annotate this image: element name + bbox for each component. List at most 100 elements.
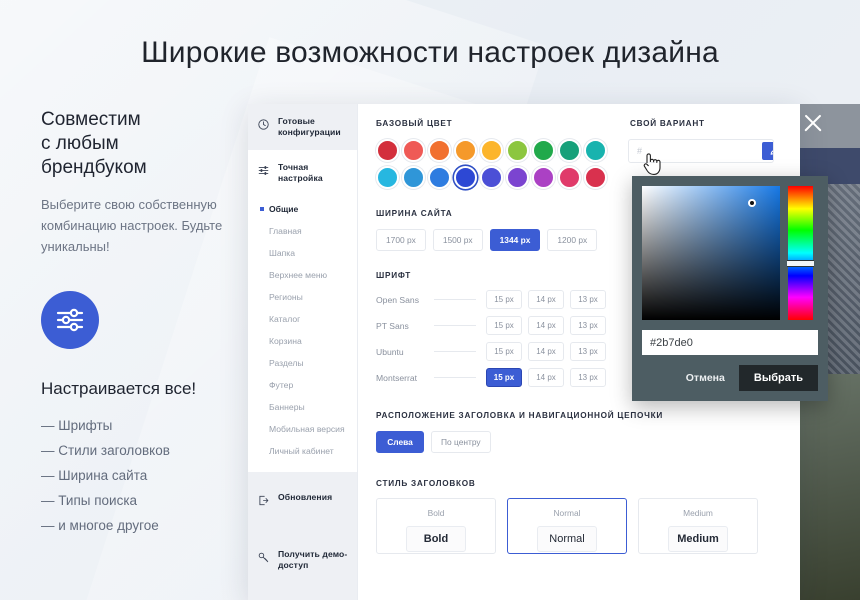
clock-icon	[258, 116, 271, 135]
sidebar-item-katalog[interactable]: Каталог	[248, 308, 358, 330]
color-swatch[interactable]	[428, 166, 451, 189]
color-swatch[interactable]	[376, 139, 399, 162]
color-picker-top	[642, 186, 818, 320]
color-swatch[interactable]	[506, 139, 529, 162]
sidebar-item-shapka[interactable]: Шапка	[248, 242, 358, 264]
font-size-13[interactable]: 13 px	[570, 316, 606, 335]
sidebar-item-obshie[interactable]: Общие	[248, 198, 358, 220]
sidebar-item-bannery[interactable]: Баннеры	[248, 396, 358, 418]
left-info-column: Совместим с любым брендбуком Выберите св…	[41, 108, 246, 538]
heading-style-options: Bold Bold Normal Normal Medium Medium	[376, 498, 782, 554]
color-swatch[interactable]	[402, 139, 425, 162]
sidebar-item-regiony[interactable]: Регионы	[248, 286, 358, 308]
heading-style-sample: Normal	[537, 526, 597, 552]
left-heading-line-3: брендбуком	[41, 156, 246, 180]
color-swatch[interactable]	[454, 139, 477, 162]
font-divider	[434, 351, 476, 352]
color-picker-popup: Отмена Выбрать	[632, 176, 828, 401]
saturation-value-area[interactable]	[642, 186, 780, 320]
heading-style-normal[interactable]: Normal Normal	[507, 498, 627, 554]
hue-slider-knob[interactable]	[787, 260, 814, 267]
eyedropper-icon[interactable]	[762, 142, 774, 160]
color-swatch[interactable]	[558, 166, 581, 189]
color-swatch[interactable]	[480, 166, 503, 189]
color-swatch-selected[interactable]	[454, 166, 477, 189]
font-size-15[interactable]: 15 px	[486, 316, 522, 335]
sidebar-item-verhnee-menu[interactable]: Верхнее меню	[248, 264, 358, 286]
color-swatch[interactable]	[584, 139, 607, 162]
heading-position-options: Слева По центру	[376, 431, 782, 453]
nav-updates-label: Обновления	[278, 492, 332, 503]
sidebar-item-razdely[interactable]: Разделы	[248, 352, 358, 374]
color-swatch[interactable]	[584, 166, 607, 189]
color-swatch[interactable]	[376, 166, 399, 189]
confirm-button[interactable]: Выбрать	[739, 365, 818, 391]
heading-style-medium[interactable]: Medium Medium	[638, 498, 758, 554]
heading-style-sample: Medium	[668, 526, 728, 552]
font-name: Open Sans	[376, 295, 434, 305]
color-picker-actions: Отмена Выбрать	[642, 365, 818, 391]
site-width-option-1200[interactable]: 1200 px	[547, 229, 597, 251]
sidebar-item-korzina[interactable]: Корзина	[248, 330, 358, 352]
font-name: Ubuntu	[376, 347, 434, 357]
font-size-14[interactable]: 14 px	[528, 316, 564, 335]
settings-nav: Готовые конфигурации Точная настройка Об…	[248, 104, 358, 600]
site-width-option-1344[interactable]: 1344 px	[490, 229, 541, 251]
font-name: PT Sans	[376, 321, 434, 331]
color-swatch[interactable]	[428, 139, 451, 162]
font-size-13[interactable]: 13 px	[570, 342, 606, 361]
nav-ready-configs[interactable]: Готовые конфигурации	[248, 104, 358, 150]
font-divider	[434, 377, 476, 378]
font-size-14[interactable]: 14 px	[528, 342, 564, 361]
font-size-14[interactable]: 14 px	[528, 368, 564, 387]
sidebar-item-mobilnaya-versiya[interactable]: Мобильная версия	[248, 418, 358, 440]
cancel-button[interactable]: Отмена	[682, 367, 729, 389]
nav-ready-configs-label: Готовые конфигурации	[278, 116, 341, 138]
font-size-15-selected[interactable]: 15 px	[486, 368, 522, 387]
font-size-13[interactable]: 13 px	[570, 290, 606, 309]
nav-footer: Обновления Получить демо-доступ	[248, 472, 358, 600]
font-size-options: 15 px 14 px 13 px	[486, 316, 606, 335]
saturation-value-knob[interactable]	[748, 199, 756, 207]
nav-fine-tune[interactable]: Точная настройка	[248, 150, 358, 196]
hex-input[interactable]	[642, 330, 818, 355]
sidebar-item-lichnyi-kabinet[interactable]: Личный кабинет	[248, 440, 358, 462]
color-swatch[interactable]	[558, 139, 581, 162]
swatch-row-1	[376, 139, 608, 162]
heading-style-label: Medium	[639, 508, 757, 518]
nav-demo-access-label: Получить демо-доступ	[278, 549, 348, 571]
site-width-option-1500[interactable]: 1500 px	[433, 229, 483, 251]
site-width-option-1700[interactable]: 1700 px	[376, 229, 426, 251]
heading-style-bold[interactable]: Bold Bold	[376, 498, 496, 554]
heading-position-center[interactable]: По центру	[431, 431, 491, 453]
font-size-14[interactable]: 14 px	[528, 290, 564, 309]
font-divider	[434, 325, 476, 326]
sidebar-item-glavnaya[interactable]: Главная	[248, 220, 358, 242]
section-heading-position: Расположение заголовка и навигационной ц…	[376, 411, 782, 453]
font-size-15[interactable]: 15 px	[486, 342, 522, 361]
left-heading-line-2: с любым	[41, 132, 246, 156]
font-size-15[interactable]: 15 px	[486, 290, 522, 309]
page-title: Широкие возможности настроек дизайна	[0, 36, 860, 70]
nav-fine-tune-label: Точная настройка	[278, 162, 323, 184]
base-color-swatches	[376, 139, 608, 189]
sidebar-item-futer[interactable]: Футер	[248, 374, 358, 396]
nav-demo-access[interactable]: Получить демо-доступ	[248, 537, 358, 583]
left-heading: Совместим с любым брендбуком	[41, 108, 246, 180]
color-swatch[interactable]	[402, 166, 425, 189]
close-icon[interactable]	[802, 112, 824, 134]
list-item: — Типы поиска	[41, 488, 246, 513]
heading-position-left[interactable]: Слева	[376, 431, 424, 453]
font-name: Montserrat	[376, 373, 434, 383]
heading-style-label: Normal	[508, 508, 626, 518]
heading-style-sample: Bold	[406, 526, 466, 552]
nav-updates[interactable]: Обновления	[248, 480, 358, 523]
color-swatch[interactable]	[532, 166, 555, 189]
color-swatch[interactable]	[506, 166, 529, 189]
left-subtext: Выберите свою собственную комбинацию нас…	[41, 194, 246, 257]
list-item: — Шрифты	[41, 413, 246, 438]
color-swatch[interactable]	[480, 139, 503, 162]
hue-slider[interactable]	[788, 186, 813, 320]
color-swatch[interactable]	[532, 139, 555, 162]
font-size-13[interactable]: 13 px	[570, 368, 606, 387]
